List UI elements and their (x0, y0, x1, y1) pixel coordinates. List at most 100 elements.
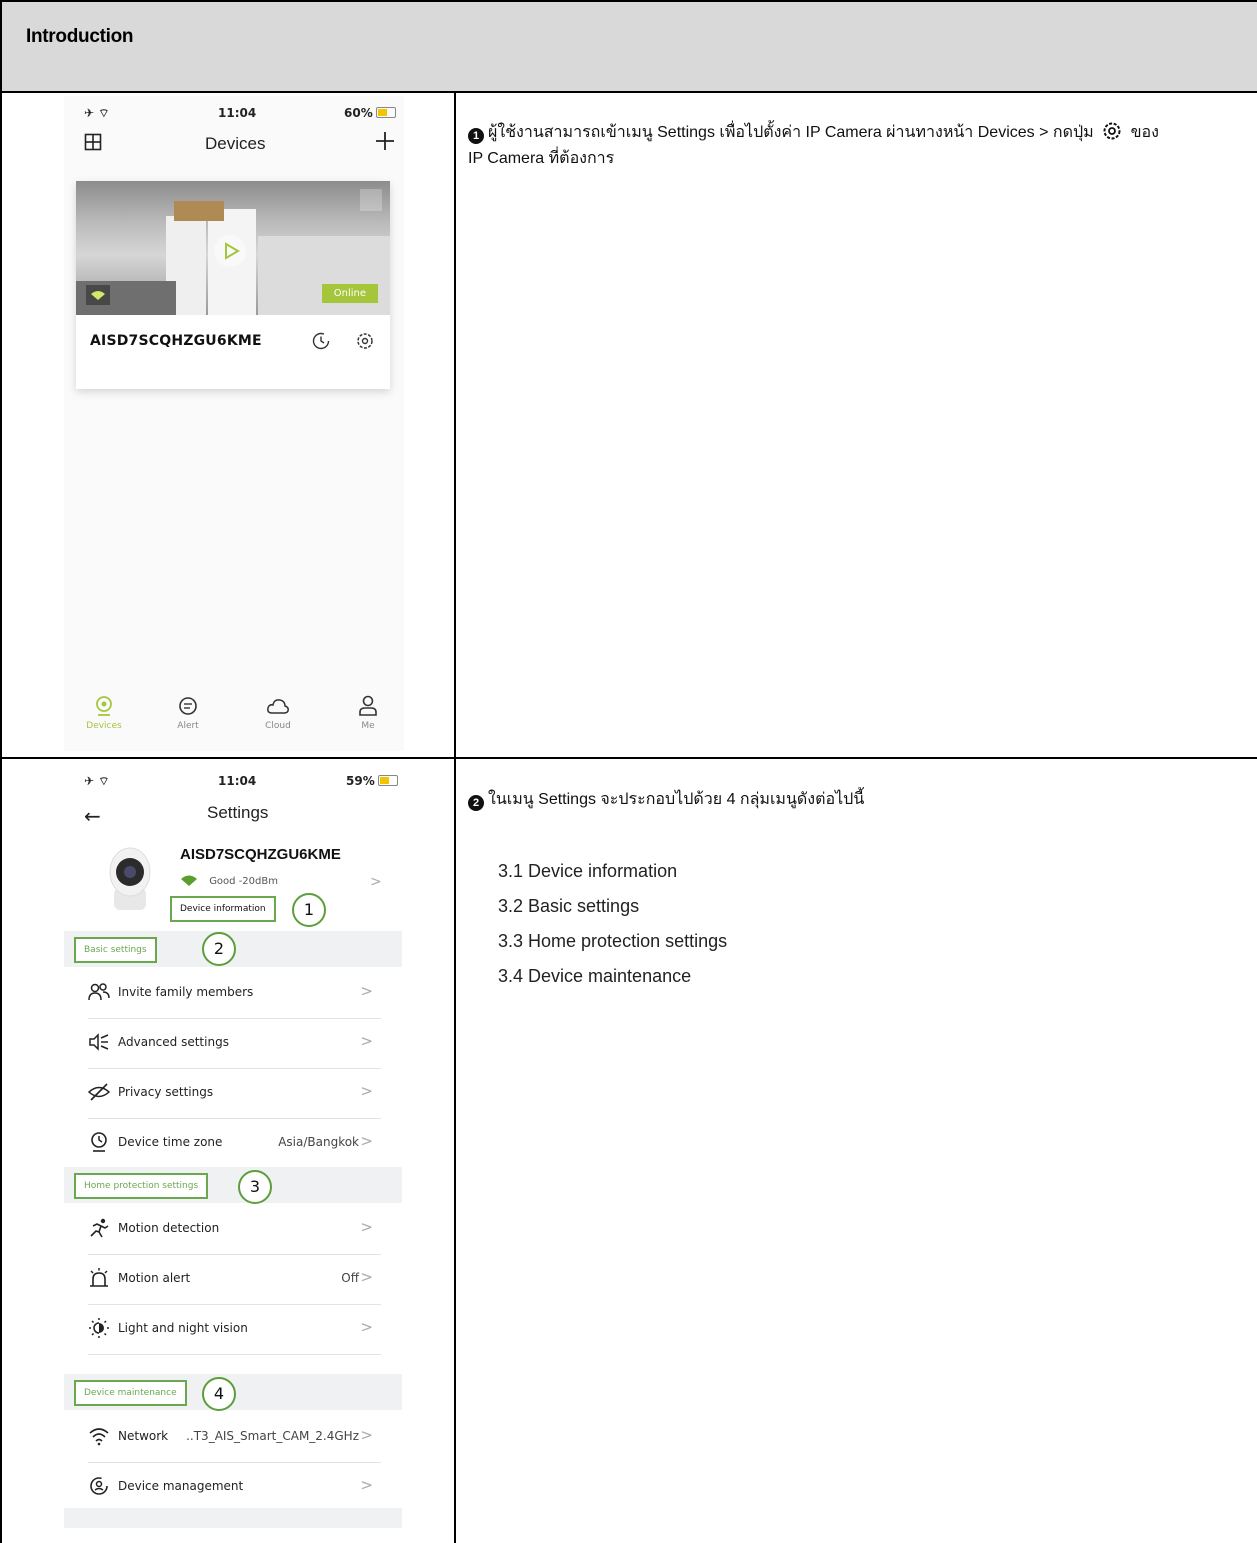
battery-icon-2 (377, 775, 398, 786)
settings-row-advanced[interactable]: Advanced settings > (88, 1018, 381, 1069)
callout-number-2: 2 (202, 932, 236, 966)
chevron-right-icon: > (360, 1082, 373, 1100)
chevron-right-icon: > (360, 1318, 373, 1336)
callout-home-protection: Home protection settings (74, 1173, 209, 1199)
wifi-badge (86, 285, 110, 305)
signal-text: Good -20dBm (209, 876, 278, 887)
speaker-icon (88, 1032, 109, 1052)
row-label: Privacy settings (118, 1085, 214, 1099)
preview-box (174, 201, 224, 221)
tab-alert[interactable]: Alert (158, 695, 218, 731)
online-badge: Online (321, 284, 378, 303)
row-label: Device time zone (118, 1135, 223, 1149)
tab-cloud-label: Cloud (265, 721, 291, 731)
battery-icon (375, 107, 396, 118)
row-label: Light and night vision (118, 1321, 248, 1335)
status-icons-left: ✈ ︎⌔ (84, 106, 110, 120)
settings-device-name: AISD7SCQHZGU6KME (180, 846, 341, 863)
family-icon (88, 982, 110, 1002)
status-icons-left-2: ✈ ︎⌔ (84, 774, 110, 788)
battery-percent-2: 59% (346, 774, 375, 788)
callout-number-1: 1 (292, 893, 326, 927)
bottom-tab-bar: Devices Alert Cloud Me (64, 695, 404, 745)
device-card[interactable]: Online AISD7SCQHZGU6KME (76, 181, 390, 389)
tab-me[interactable]: Me (338, 695, 398, 731)
settings-row-motion-alert[interactable]: Motion alert Off > (88, 1254, 381, 1305)
step1-text: ผู้ใช้งานสามารถเข้าเมนู Settings เพื่อไป… (488, 124, 1094, 141)
list-bottom-spacer (64, 1508, 402, 1528)
eye-off-icon (87, 1082, 111, 1102)
table-border-header (0, 91, 1257, 93)
tab-alert-label: Alert (177, 721, 199, 731)
settings-row-device-management[interactable]: Device management > (88, 1462, 381, 1512)
row-label: Device management (118, 1479, 244, 1493)
add-icon[interactable] (374, 130, 396, 156)
gear-icon (1102, 121, 1122, 141)
battery-fill-2 (379, 777, 390, 784)
step1-description: 1 ผู้ใช้งานสามารถเข้าเมนู Settings เพื่อไ… (468, 120, 1238, 172)
step1-text-line2: IP Camera ที่ต้องการ (468, 150, 615, 167)
list-item: 3.2 Basic settings (498, 896, 640, 916)
chevron-right-icon: > (360, 1218, 373, 1236)
step1-text-suffix: ของ (1130, 124, 1159, 141)
callout-basic-settings: Basic settings (74, 937, 157, 963)
settings-row-privacy[interactable]: Privacy settings > (87, 1068, 381, 1119)
chevron-right-icon: > (360, 1268, 373, 1286)
row-label: Motion detection (118, 1221, 220, 1235)
settings-title: Settings (207, 803, 269, 822)
settings-row-motion-detection[interactable]: Motion detection > (88, 1204, 381, 1255)
status-battery-2: 59% (346, 774, 398, 788)
device-info-chevron[interactable]: > (370, 874, 382, 890)
tab-cloud[interactable]: Cloud (248, 695, 308, 731)
back-arrow-icon[interactable]: ← (84, 804, 101, 828)
signal-status: Good -20dBm (180, 874, 278, 887)
row-value: Off (341, 1271, 359, 1285)
callout-number-3: 3 (238, 1170, 272, 1204)
device-name: AISD7SCQHZGU6KME (90, 333, 262, 349)
device-settings-gear-icon[interactable] (356, 332, 374, 354)
settings-row-network[interactable]: Network ..T3_AIS_Smart_CAM_2.4GHz > (88, 1412, 381, 1463)
header-title: Introduction (26, 26, 134, 47)
devices-title: Devices (205, 134, 266, 153)
chevron-right-icon: > (360, 1476, 373, 1494)
camera-icon (96, 696, 112, 716)
camera-preview[interactable]: Online (76, 181, 390, 315)
table-border-row1 (0, 757, 1257, 759)
status-time: 11:04 (218, 106, 257, 120)
callout-device-maintenance: Device maintenance (74, 1380, 187, 1406)
row-value: ..T3_AIS_Smart_CAM_2.4GHz (186, 1429, 359, 1443)
sun-moon-icon (88, 1318, 109, 1338)
cloud-icon (267, 699, 289, 714)
chevron-right-icon: > (360, 1426, 373, 1444)
play-button[interactable] (214, 235, 246, 267)
settings-row-light-night-vision[interactable]: Light and night vision > (88, 1304, 381, 1355)
wifi-signal-icon (181, 875, 197, 886)
chevron-right-icon: > (360, 1032, 373, 1050)
clock-pin-icon (88, 1132, 108, 1152)
camera-device-image (100, 844, 160, 914)
list-item: 3.4 Device maintenance (498, 966, 692, 986)
step2-description: 2 ในเมนู Settings จะประกอบไปด้วย 4 กลุ่มเ… (468, 787, 864, 812)
settings-row-timezone[interactable]: Device time zone Asia/Bangkok > (88, 1118, 381, 1168)
table-header: Introduction (2, 2, 1257, 91)
callout-device-information: Device information (170, 896, 276, 922)
settings-row-invite[interactable]: Invite family members > (88, 968, 381, 1019)
alarm-icon (88, 1268, 108, 1288)
step-number-1: 1 (468, 128, 484, 144)
row-label: Invite family members (118, 985, 254, 999)
wifi-icon (91, 291, 105, 300)
history-icon[interactable] (312, 332, 330, 354)
grid-icon[interactable] (84, 133, 102, 155)
list-item: 3.3 Home protection settings (498, 931, 728, 951)
battery-fill (377, 109, 388, 116)
device-management-icon (88, 1476, 108, 1496)
row-label: Advanced settings (118, 1035, 229, 1049)
tab-devices[interactable]: Devices (74, 695, 134, 731)
table-border-middle (454, 91, 456, 1543)
preview-shelf (258, 236, 390, 315)
expand-icon[interactable] (360, 189, 382, 211)
status-time-2: 11:04 (218, 774, 257, 788)
wifi-icon (88, 1426, 109, 1446)
tab-devices-label: Devices (86, 721, 122, 731)
chevron-right-icon: > (360, 982, 373, 1000)
